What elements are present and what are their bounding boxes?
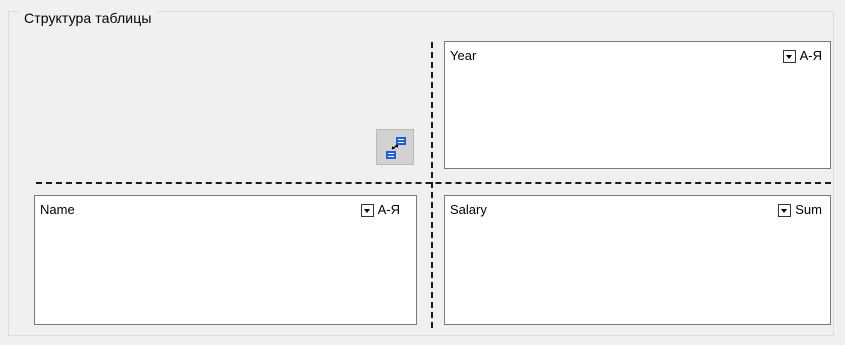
swap-axes-button[interactable]: [376, 129, 414, 165]
rows-field-list[interactable]: Name А-Я: [34, 195, 417, 325]
value-aggregate-label: Sum: [795, 202, 822, 217]
swap-axes-icon: [386, 137, 406, 159]
groupbox-title: Структура таблицы: [19, 9, 157, 27]
column-field-item[interactable]: Year А-Я: [450, 47, 822, 65]
row-sort-label: А-Я: [377, 202, 400, 217]
column-field-label: Year: [450, 48, 477, 63]
value-field-label: Salary: [450, 202, 487, 217]
chevron-down-icon[interactable]: [778, 203, 792, 217]
vertical-splitter: [431, 42, 433, 328]
column-sort-dropdown[interactable]: А-Я: [782, 47, 822, 65]
row-field-item[interactable]: Name А-Я: [40, 201, 408, 219]
chevron-down-icon[interactable]: [782, 49, 796, 63]
chevron-down-icon[interactable]: [360, 203, 374, 217]
value-field-item[interactable]: Salary Sum: [450, 201, 822, 219]
row-sort-dropdown[interactable]: А-Я: [360, 201, 400, 219]
value-aggregate-dropdown[interactable]: Sum: [778, 201, 822, 219]
columns-field-list[interactable]: Year А-Я: [444, 41, 831, 169]
values-field-list[interactable]: Salary Sum: [444, 195, 831, 325]
pivot-structure-panel: Структура таблицы Year А-Я Name А-Я Sala…: [0, 0, 845, 345]
column-sort-label: А-Я: [799, 48, 822, 63]
horizontal-splitter: [36, 182, 831, 184]
row-field-label: Name: [40, 202, 75, 217]
